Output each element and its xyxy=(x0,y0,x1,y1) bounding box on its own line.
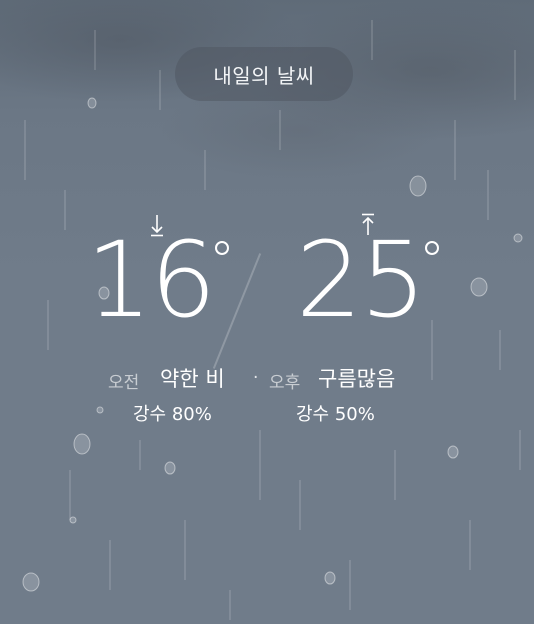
morning-precipitation: 강수 80% xyxy=(133,404,212,425)
degree-symbol xyxy=(215,241,229,255)
page-title: 내일의 날씨 xyxy=(213,63,315,88)
page-title-pill: 내일의 날씨 xyxy=(175,47,353,101)
high-temperature: 25 xyxy=(296,219,426,341)
condition-row: 오전 약한 비 · 오후 구름많음 xyxy=(0,360,534,394)
afternoon-label: 오후 xyxy=(269,373,301,393)
afternoon-condition: 구름많음 xyxy=(318,367,396,391)
temperature-divider xyxy=(212,253,262,369)
morning-condition: 약한 비 xyxy=(160,367,225,391)
temperature-row: 16 25 xyxy=(0,205,534,369)
morning-label: 오전 xyxy=(108,373,140,393)
afternoon-precipitation: 강수 50% xyxy=(296,404,375,425)
degree-symbol xyxy=(425,241,439,255)
separator-dot: · xyxy=(253,368,259,388)
low-temperature: 16 xyxy=(86,219,216,341)
